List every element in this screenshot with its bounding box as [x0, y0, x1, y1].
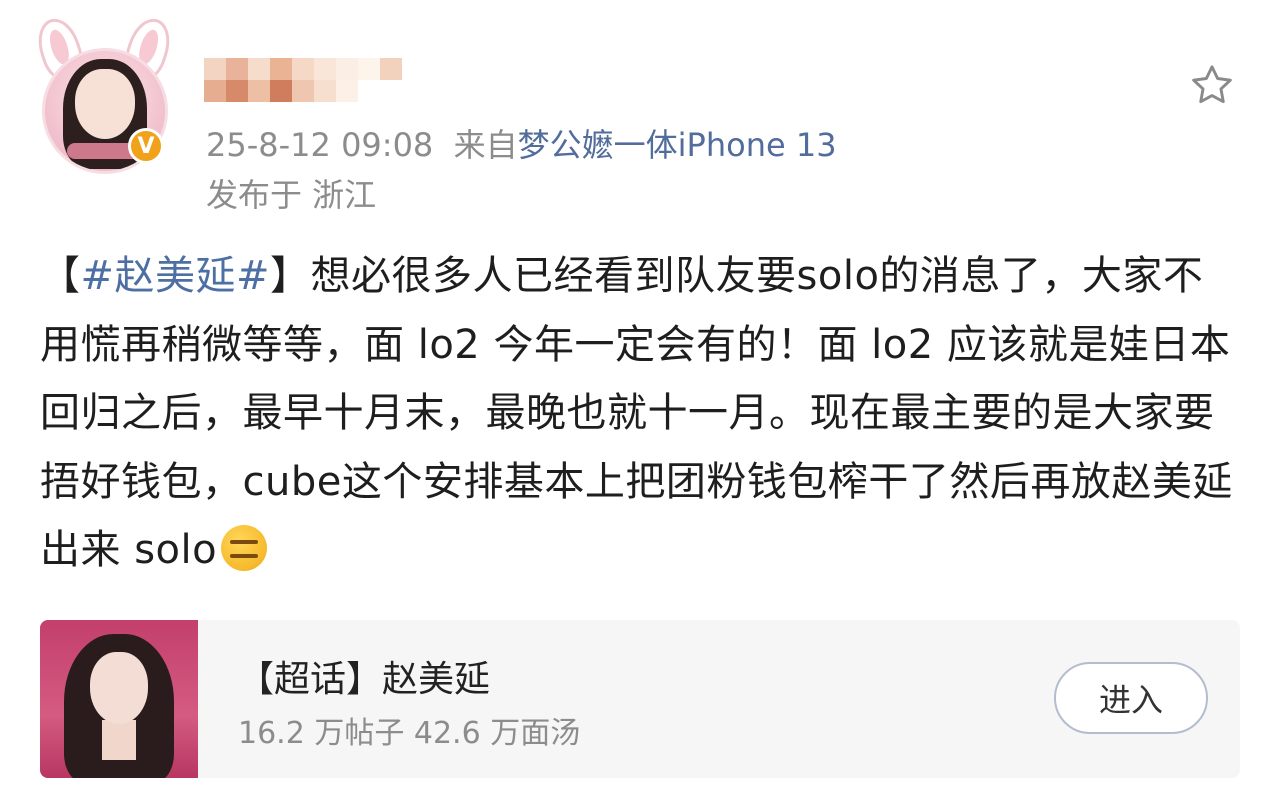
weibo-post-card: V 25-8-12 09:08 来自梦公嬷一体iPhone 13 发布于 浙江 … — [0, 0, 1280, 812]
star-outline-icon — [1192, 65, 1232, 104]
favorite-star-button[interactable] — [1184, 58, 1240, 114]
post-body: 【#赵美延#】想必很多人已经看到队友要solo的消息了，大家不用慌再稍微等等，面… — [40, 242, 1240, 585]
enter-topic-button[interactable]: 进入 — [1054, 662, 1208, 734]
topic-stats: 16.2 万帖子 42.6 万面汤 — [238, 716, 581, 751]
source-name-link[interactable]: 梦公嬷一体 — [518, 126, 678, 164]
post-timestamp: 25-8-12 09:08 — [206, 126, 434, 164]
post-body-text: 想必很多人已经看到队友要solo的消息了，大家不用慌再稍微等等，面 lo2 今年… — [40, 253, 1233, 573]
username-pixelation — [204, 58, 402, 102]
source-device-link[interactable]: iPhone 13 — [678, 126, 837, 164]
avatar-face — [75, 69, 135, 139]
post-location: 发布于 浙江 — [206, 176, 377, 214]
topic-thumbnail — [40, 620, 198, 778]
expressionless-face-emoji-icon — [221, 525, 268, 571]
topic-thumb-neck — [102, 720, 136, 760]
post-meta-line: 25-8-12 09:08 来自梦公嬷一体iPhone 13 — [206, 120, 837, 166]
hashtag-bracket-close: 】 — [270, 253, 311, 299]
super-topic-card[interactable]: 【超话】赵美延 16.2 万帖子 42.6 万面汤 进入 — [40, 620, 1240, 778]
topic-title: 【超话】赵美延 — [238, 659, 491, 700]
username-blurred[interactable] — [204, 58, 424, 102]
hashtag-link[interactable]: #赵美延# — [81, 253, 271, 299]
hashtag-bracket-open: 【 — [40, 253, 81, 299]
source-prefix: 来自 — [453, 126, 518, 164]
verified-icon: V — [128, 128, 164, 164]
topic-thumb-face — [90, 652, 148, 724]
